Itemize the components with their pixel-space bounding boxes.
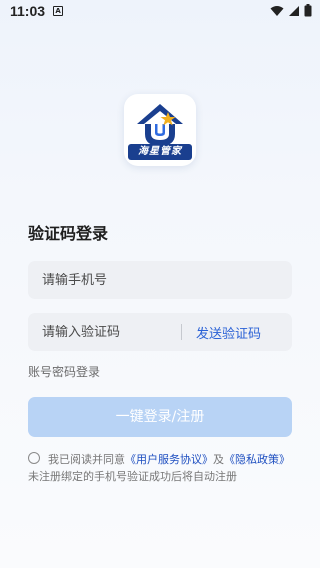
signal-icon (289, 5, 299, 16)
status-bar: 11:03 A (0, 0, 320, 22)
agreement-and: 及 (213, 453, 224, 466)
user-agreement-link[interactable]: 《用户服务协议》 (125, 453, 213, 466)
agreement-prefix: 我已阅读并同意 (48, 453, 125, 466)
login-register-button[interactable]: 一键登录/注册 (28, 397, 292, 437)
wifi-icon (270, 5, 284, 16)
status-icons (270, 4, 312, 17)
phone-field[interactable] (28, 261, 292, 299)
field-divider (181, 324, 182, 340)
password-login-link[interactable]: 账号密码登录 (28, 363, 100, 380)
a-notification-icon: A (53, 6, 64, 16)
agreement-suffix: 未注册绑定的手机号验证成功后将自动注册 (28, 470, 237, 483)
phone-input[interactable] (42, 272, 292, 288)
status-time: 11:03 (10, 3, 46, 19)
verification-code-input[interactable] (42, 324, 177, 340)
battery-icon (304, 4, 312, 17)
verification-code-field[interactable]: 发送验证码 (28, 313, 292, 351)
agreement-radio[interactable] (28, 452, 40, 464)
page-title: 验证码登录 (28, 224, 109, 243)
send-code-button[interactable]: 发送验证码 (196, 323, 261, 342)
agreement-text: 我已阅读并同意《用户服务协议》及《隐私政策》未注册绑定的手机号验证成功后将自动注… (28, 451, 294, 485)
logo-text: 海星管家 (128, 144, 192, 160)
privacy-policy-link[interactable]: 《隐私政策》 (224, 453, 290, 466)
agreement: 我已阅读并同意《用户服务协议》及《隐私政策》未注册绑定的手机号验证成功后将自动注… (28, 451, 294, 485)
app-logo: 海星管家 (124, 94, 196, 166)
